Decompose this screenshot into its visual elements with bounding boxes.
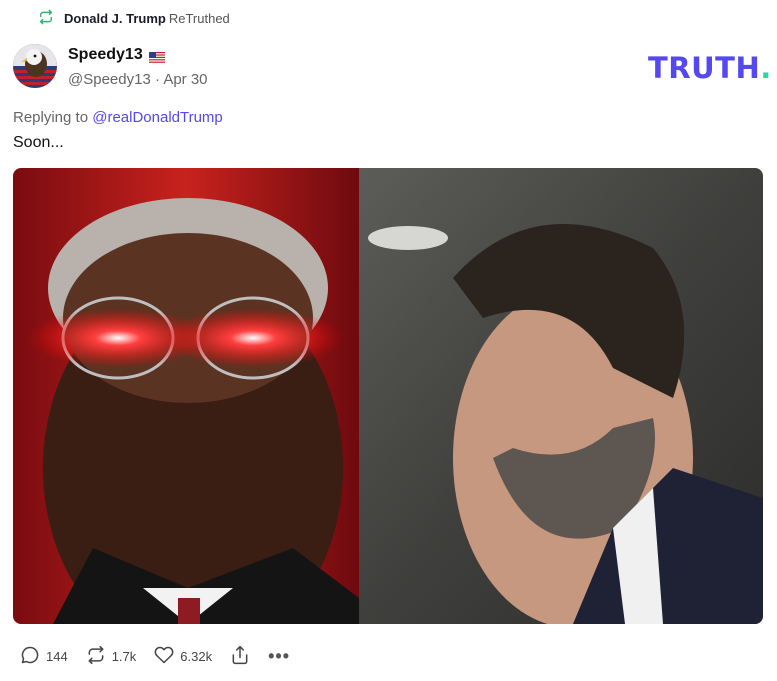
truth-logo[interactable]: TRUTH. xyxy=(648,51,772,85)
retruth-icon xyxy=(38,9,54,28)
logo-dot: . xyxy=(760,51,772,85)
reply-count: 144 xyxy=(46,649,68,664)
action-bar: 144 1.7k 6.32k ••• xyxy=(20,645,308,668)
more-icon[interactable]: ••• xyxy=(268,646,290,667)
like-button[interactable]: 6.32k xyxy=(154,645,212,668)
post-date[interactable]: Apr 30 xyxy=(163,71,207,88)
reply-mention-link[interactable]: @realDonaldTrump xyxy=(92,109,223,126)
replying-prefix: Replying to xyxy=(13,109,89,126)
post-text: Soon... xyxy=(13,134,64,151)
share-icon xyxy=(230,645,250,668)
like-count: 6.32k xyxy=(180,649,213,664)
flag-us-icon xyxy=(148,50,165,63)
logo-text: TRUTH xyxy=(648,51,761,85)
author-handle[interactable]: @Speedy13 xyxy=(68,71,151,88)
post-image[interactable] xyxy=(13,168,763,624)
reply-button[interactable]: 144 xyxy=(20,645,68,668)
replying-to-line: Replying to @realDonaldTrump xyxy=(13,109,223,126)
meta-separator: · xyxy=(154,71,160,88)
share-button[interactable] xyxy=(230,645,250,668)
retruth-label: ReTruthed xyxy=(168,11,230,26)
retruth-action-icon xyxy=(86,645,106,668)
author-meta: @Speedy13 · Apr 30 xyxy=(68,71,208,88)
retruth-count: 1.7k xyxy=(111,649,137,664)
retruth-indicator[interactable]: Donald J. Trump ReTruthed xyxy=(38,9,230,28)
reply-icon xyxy=(20,645,40,668)
retruth-author-name[interactable]: Donald J. Trump xyxy=(64,11,166,26)
avatar[interactable] xyxy=(13,44,57,88)
heart-icon xyxy=(154,645,174,668)
author-name[interactable]: Speedy13 xyxy=(68,46,165,64)
author-name-text[interactable]: Speedy13 xyxy=(68,46,143,64)
retruth-button[interactable]: 1.7k xyxy=(86,645,137,668)
